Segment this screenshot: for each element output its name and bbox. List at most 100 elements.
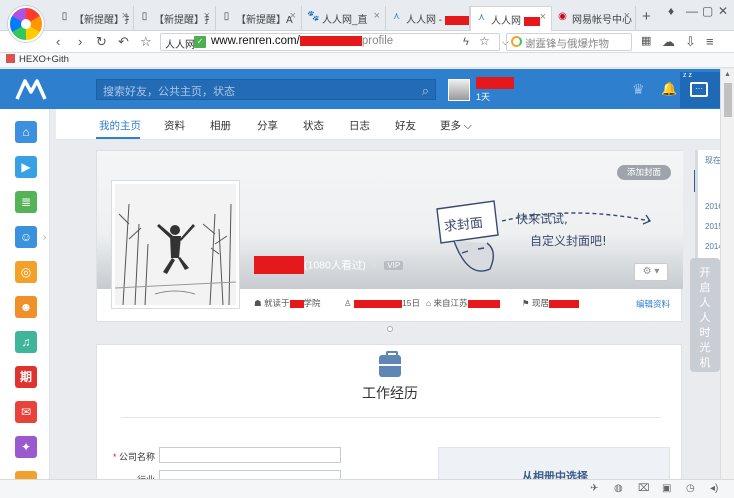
close-icon[interactable]: × — [204, 10, 210, 22]
tab-my-homepage[interactable]: 我的主页 — [99, 118, 141, 133]
reload-icon[interactable]: ↻ — [96, 34, 107, 49]
company-name-input[interactable] — [159, 447, 341, 463]
game-icon[interactable]: ◎ — [15, 261, 37, 283]
contacts-icon[interactable]: ≣ — [15, 191, 37, 213]
chevron-right-icon[interactable]: › — [43, 232, 46, 243]
renren-logo[interactable] — [14, 78, 48, 100]
renren-icon: ⋏ — [477, 12, 486, 23]
cake-icon: ♙ — [344, 298, 352, 308]
cover-settings-button[interactable]: ⚙ ▾ — [634, 263, 668, 281]
bell-icon[interactable]: 🔔 — [661, 81, 677, 97]
tab-profile[interactable]: 资料 — [164, 118, 185, 133]
browser-tab-1[interactable]: ▯ 【新提醒】扌 × — [54, 6, 134, 31]
profile-info-row: ☗ 就读于 学院 ♙ 15日 ⌂ 来自江苏 ⚑ 现居 — [254, 297, 674, 311]
app-icon[interactable]: ♫ — [15, 331, 37, 353]
site-header: 搜索好友，公共主页，状态 ⌕ 1天 ♛ 🔔 z z ··· — [0, 69, 720, 109]
timeline-connector — [387, 326, 393, 332]
site-search-input[interactable]: 搜索好友，公共主页，状态 ⌕ — [96, 79, 436, 100]
home-icon[interactable]: ⌂ — [15, 121, 37, 143]
tab-blog[interactable]: 日志 — [349, 118, 370, 133]
close-window-icon[interactable]: ✕ — [718, 4, 728, 18]
browser-tab-5[interactable]: ⋏ 人人网 - — [386, 6, 470, 31]
edit-profile-link[interactable]: 编辑资料 — [636, 298, 670, 310]
visit-count[interactable]: (1080人看过) — [304, 260, 366, 272]
browser-tab-2[interactable]: ▯ 【新提醒】扌 × — [134, 6, 216, 31]
browser-tab-4[interactable]: 🐾 人人网_直 × — [302, 6, 386, 31]
profile-photo[interactable] — [111, 180, 240, 309]
video-icon[interactable]: ▶ — [15, 156, 37, 178]
tab-album[interactable]: 相册 — [210, 118, 231, 133]
message-button[interactable]: z z ··· — [680, 72, 720, 108]
close-icon[interactable]: × — [624, 10, 630, 22]
browser-logo-icon[interactable] — [8, 6, 44, 42]
profile-sub-nav: 我的主页 资料 相册 分享 状态 日志 好友 更多 ⌵ — [56, 109, 720, 140]
add-cover-button[interactable]: 添加封面 — [617, 165, 671, 180]
close-icon[interactable]: × — [290, 10, 296, 22]
crown-icon[interactable]: ♛ — [632, 81, 645, 98]
issue-icon[interactable]: 期 — [15, 366, 37, 388]
scrollbar-thumb[interactable] — [724, 83, 732, 117]
bookmark-star-icon[interactable]: ☆ — [140, 34, 152, 49]
friend-icon[interactable]: ☺ — [15, 226, 37, 248]
back-icon[interactable]: ‹ — [56, 34, 60, 49]
tab-label: 人人网 - — [406, 15, 443, 26]
page-scrollbar[interactable]: ▲ — [720, 69, 734, 479]
vip-badge[interactable]: VIP — [384, 260, 404, 270]
close-icon[interactable]: × — [540, 11, 546, 23]
browser-tab-6[interactable]: ⋏ 人人网 × — [470, 6, 552, 32]
address-bar[interactable]: 人人网 ✓ www.renren.com/profile ϟ ☆ — [160, 33, 500, 51]
browser-search-box[interactable]: 谢霆锋与俄爆炸物 — [506, 33, 632, 51]
tab-label: 人人网 — [491, 16, 521, 27]
favorite-icon[interactable]: ☆ — [479, 34, 490, 49]
redacted-text — [444, 15, 469, 25]
redacted-text — [523, 16, 540, 26]
close-icon[interactable]: × — [374, 10, 380, 22]
bookmark-item[interactable]: HEXO+Gith — [6, 54, 69, 65]
tab-friends[interactable]: 好友 — [395, 118, 416, 133]
redacted-text — [254, 256, 304, 274]
star-icon[interactable]: ★ — [369, 259, 378, 271]
skin-icon[interactable]: ♦ — [668, 4, 674, 18]
cloud-icon[interactable]: ☁ — [662, 34, 675, 49]
browser-tab-3[interactable]: ▯ 【新提醒】A × — [216, 6, 302, 31]
menu-icon[interactable]: ≡ — [706, 34, 714, 49]
browser-tab-7[interactable]: ◉ 网易帐号中心 × — [552, 6, 636, 31]
bookmark-icon — [6, 54, 15, 63]
close-icon[interactable]: × — [122, 10, 128, 22]
search-icon[interactable]: ⌕ — [422, 83, 429, 99]
gamepad-icon[interactable]: ✦ — [15, 436, 37, 458]
new-tab-button[interactable]: + — [642, 8, 651, 25]
minimize-icon[interactable]: — — [686, 4, 698, 18]
browser-nav-bar: ‹ › ↻ ↶ ☆ 人人网 ✓ www.renren.com/profile ϟ… — [0, 31, 734, 53]
tab-status[interactable]: 状态 — [303, 118, 324, 133]
undo-close-icon[interactable]: ↶ — [118, 34, 129, 49]
scroll-up-icon[interactable]: ▲ — [724, 71, 731, 78]
download-icon[interactable]: ⇩ — [685, 34, 696, 49]
clock-icon[interactable]: ◷ — [686, 483, 695, 494]
year-now[interactable]: 现在 — [705, 155, 721, 166]
lightning-icon[interactable]: ϟ — [463, 35, 469, 50]
school-info: ☗ 就读于 学院 — [254, 298, 321, 308]
people-icon[interactable]: ☻ — [15, 296, 37, 318]
search-engine-icon — [511, 36, 522, 47]
window-icon[interactable]: ▣ — [662, 483, 671, 494]
maximize-icon[interactable]: ▢ — [702, 4, 713, 18]
avatar[interactable] — [448, 79, 470, 101]
sound-icon[interactable]: ◂) — [710, 483, 718, 494]
shield-icon[interactable]: ◍ — [614, 483, 623, 494]
tab-label: 【新提醒】 — [236, 15, 286, 26]
redacted-text — [289, 299, 304, 308]
gift-icon[interactable]: ✉ — [15, 401, 37, 423]
time-machine-button[interactable]: 开 启 人 人 时 光 机 — [690, 258, 720, 372]
forward-icon[interactable]: › — [78, 34, 82, 49]
tab-share[interactable]: 分享 — [257, 118, 278, 133]
apps-grid-icon[interactable]: ▦ — [641, 34, 651, 49]
tab-more[interactable]: 更多 ⌵ — [440, 118, 472, 133]
company-label: * 公司名称 — [112, 452, 155, 462]
home-icon: ⌂ — [426, 298, 432, 308]
trash-icon[interactable]: ⌧ — [638, 483, 650, 494]
url-text[interactable]: www.renren.com/profile — [211, 35, 393, 47]
pin-icon[interactable]: ✈ — [590, 483, 598, 494]
redacted-text[interactable] — [476, 77, 514, 89]
secure-icon: ✓ — [194, 36, 206, 48]
